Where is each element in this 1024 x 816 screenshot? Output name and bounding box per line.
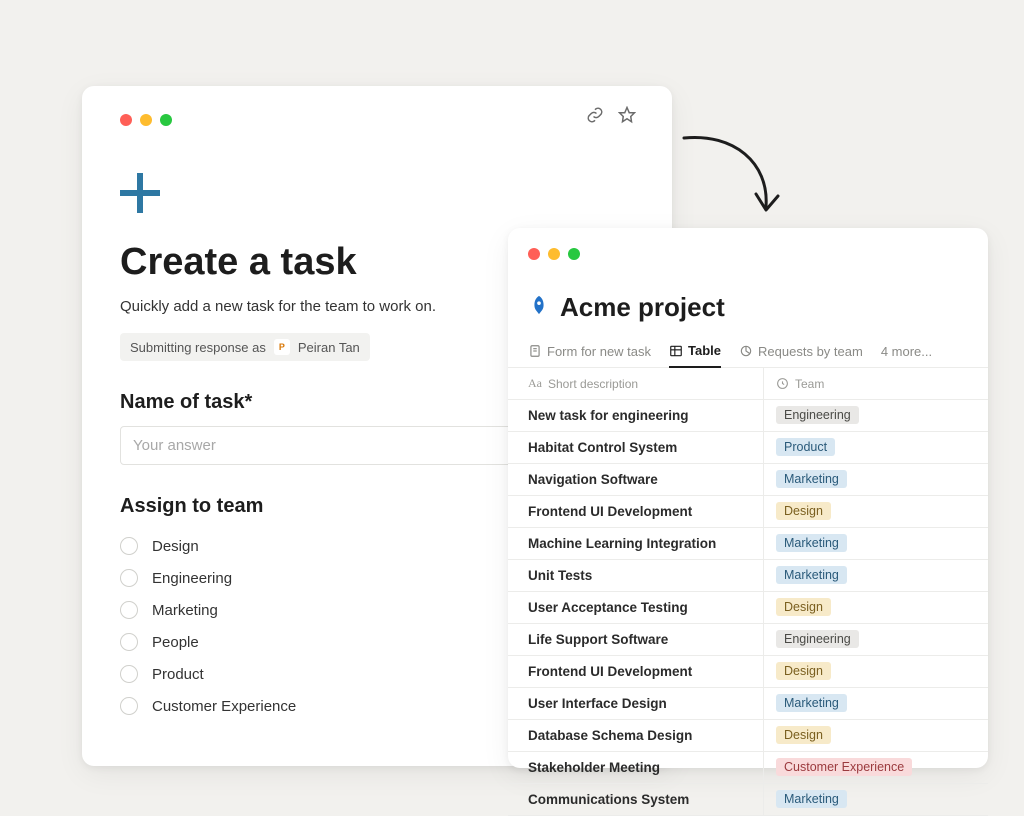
form-icon <box>528 344 542 358</box>
team-tag: Marketing <box>776 790 847 808</box>
tab-more[interactable]: 4 more... <box>881 338 932 367</box>
arrow-annotation <box>674 128 794 228</box>
table-row[interactable]: New task for engineering Engineering <box>508 400 988 432</box>
pie-icon <box>739 344 753 358</box>
table-row[interactable]: User Interface Design Marketing <box>508 688 988 720</box>
radio-icon <box>120 601 138 619</box>
rocket-icon <box>528 294 550 321</box>
team-tag: Marketing <box>776 566 847 584</box>
cell-team: Engineering <box>763 400 988 431</box>
cell-team: Design <box>763 720 988 751</box>
cell-desc: Machine Learning Integration <box>508 528 763 559</box>
window-minimize[interactable] <box>548 248 560 260</box>
cell-team: Marketing <box>763 560 988 591</box>
star-icon[interactable] <box>618 106 636 129</box>
radio-icon <box>120 665 138 683</box>
traffic-lights <box>528 244 968 260</box>
team-option-label: Design <box>152 538 199 555</box>
tab-form[interactable]: Form for new task <box>528 338 651 367</box>
team-option-label: Engineering <box>152 570 232 587</box>
cell-team: Design <box>763 592 988 623</box>
submitting-user: Peiran Tan <box>298 340 360 355</box>
tab-table[interactable]: Table <box>669 337 721 368</box>
table-icon <box>669 344 683 358</box>
cell-team: Marketing <box>763 528 988 559</box>
cell-team: Marketing <box>763 784 988 815</box>
radio-icon <box>120 569 138 587</box>
table-header: Aa Short description Team <box>508 368 988 400</box>
submitting-as-chip[interactable]: Submitting response as P Peiran Tan <box>120 333 370 361</box>
cell-desc: Unit Tests <box>508 560 763 591</box>
team-tag: Marketing <box>776 694 847 712</box>
cell-desc: Frontend UI Development <box>508 656 763 687</box>
cell-desc: Habitat Control System <box>508 432 763 463</box>
table-row[interactable]: Frontend UI Development Design <box>508 656 988 688</box>
cell-desc: User Acceptance Testing <box>508 592 763 623</box>
cell-team: Marketing <box>763 464 988 495</box>
team-option-label: Product <box>152 666 204 683</box>
table-row[interactable]: Unit Tests Marketing <box>508 560 988 592</box>
cell-desc: New task for engineering <box>508 400 763 431</box>
traffic-lights <box>120 110 172 126</box>
cell-team: Engineering <box>763 624 988 655</box>
tab-requests[interactable]: Requests by team <box>739 338 863 367</box>
project-title: Acme project <box>560 292 725 323</box>
window-close[interactable] <box>120 114 132 126</box>
team-tag: Design <box>776 662 831 680</box>
team-option-label: Customer Experience <box>152 698 296 715</box>
team-tag: Engineering <box>776 630 859 648</box>
window-maximize[interactable] <box>160 114 172 126</box>
team-tag: Engineering <box>776 406 859 424</box>
radio-icon <box>120 697 138 715</box>
table-body: New task for engineering Engineering Habit… <box>508 400 988 816</box>
cell-desc: Frontend UI Development <box>508 496 763 527</box>
table-row[interactable]: Machine Learning Integration Marketing <box>508 528 988 560</box>
table-row[interactable]: User Acceptance Testing Design <box>508 592 988 624</box>
team-tag: Design <box>776 502 831 520</box>
text-type-icon: Aa <box>528 376 542 391</box>
radio-icon <box>120 537 138 555</box>
team-tag: Customer Experience <box>776 758 912 776</box>
table-row[interactable]: Database Schema Design Design <box>508 720 988 752</box>
team-tag: Marketing <box>776 470 847 488</box>
team-option-label: People <box>152 634 199 651</box>
window-maximize[interactable] <box>568 248 580 260</box>
team-tag: Marketing <box>776 534 847 552</box>
window-minimize[interactable] <box>140 114 152 126</box>
cell-desc: Communications System <box>508 784 763 815</box>
cell-team: Product <box>763 432 988 463</box>
tab-table-label: Table <box>688 343 721 358</box>
cell-desc: Navigation Software <box>508 464 763 495</box>
view-tabs: Form for new task Table Requests by team… <box>508 337 988 368</box>
table-row[interactable]: Communications System Marketing <box>508 784 988 816</box>
table-row[interactable]: Life Support Software Engineering <box>508 624 988 656</box>
table-row[interactable]: Stakeholder MeetingCustomer Experience <box>508 752 988 784</box>
link-icon[interactable] <box>586 106 604 129</box>
cell-desc: User Interface Design <box>508 688 763 719</box>
column-team-label: Team <box>795 377 824 391</box>
table-row[interactable]: Navigation Software Marketing <box>508 464 988 496</box>
cell-team: Design <box>763 496 988 527</box>
cell-desc: Life Support Software <box>508 624 763 655</box>
avatar: P <box>274 339 290 355</box>
select-type-icon <box>776 377 789 390</box>
table-row[interactable]: Frontend UI Development Design <box>508 496 988 528</box>
team-tag: Design <box>776 598 831 616</box>
plus-icon <box>120 173 160 213</box>
window-close[interactable] <box>528 248 540 260</box>
radio-icon <box>120 633 138 651</box>
column-desc-label: Short description <box>548 377 638 391</box>
cell-desc: Database Schema Design <box>508 720 763 751</box>
team-option-label: Marketing <box>152 602 218 619</box>
cell-team: Marketing <box>763 688 988 719</box>
team-tag: Product <box>776 438 835 456</box>
tab-more-label: 4 more... <box>881 344 932 359</box>
submitting-prefix: Submitting response as <box>130 340 266 355</box>
tab-form-label: Form for new task <box>547 344 651 359</box>
team-tag: Design <box>776 726 831 744</box>
cell-team: Design <box>763 656 988 687</box>
tab-requests-label: Requests by team <box>758 344 863 359</box>
table-row[interactable]: Habitat Control System Product <box>508 432 988 464</box>
project-window: Acme project Form for new task Table Req… <box>508 228 988 768</box>
